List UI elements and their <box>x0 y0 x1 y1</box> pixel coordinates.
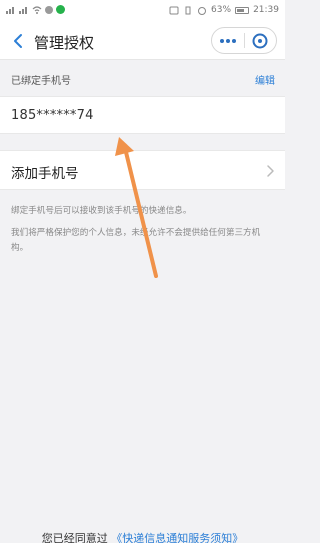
app-notification-icon <box>56 5 65 14</box>
signal-icon <box>6 7 14 14</box>
chevron-right-icon <box>267 165 274 177</box>
more-button[interactable] <box>212 28 244 53</box>
bound-phone-label: 已绑定手机号 <box>11 76 71 87</box>
status-bar: 63% 21:39 <box>0 0 285 22</box>
battery-percent: 63% <box>211 5 232 15</box>
status-bar-right: 63% 21:39 <box>169 5 279 15</box>
status-bar-left <box>6 5 65 14</box>
nfc-icon <box>169 6 179 14</box>
mini-program-capsule <box>211 27 277 54</box>
footer-agreement: 您已经同意过 《快递信息通知服务须知》 <box>0 530 285 543</box>
alarm-icon <box>198 6 207 15</box>
bound-phone-header: 已绑定手机号 编辑 <box>0 60 285 96</box>
battery-icon <box>235 6 250 14</box>
add-phone-label: 添加手机号 <box>11 166 79 182</box>
nav-bar: 管理授权 <box>0 22 285 60</box>
close-circle-icon <box>252 33 268 48</box>
message-icon <box>45 5 53 14</box>
bound-phone-number: 185******74 <box>11 108 94 123</box>
note-text-1: 绑定手机号后可以接收到该手机号的快递信息。 <box>11 206 192 216</box>
bound-phone-card: 185******74 <box>0 96 285 134</box>
edit-button[interactable]: 编辑 <box>255 72 275 87</box>
service-notice-link[interactable]: 《快递信息通知服务须知》 <box>111 532 243 543</box>
footer-prefix: 您已经同意过 <box>41 532 108 543</box>
add-phone-row[interactable]: 添加手机号 <box>0 150 285 190</box>
back-button[interactable] <box>8 30 28 52</box>
close-button[interactable] <box>245 28 276 53</box>
signal-icon-2 <box>19 7 27 14</box>
page-title: 管理授权 <box>34 34 95 52</box>
clock: 21:39 <box>253 5 279 15</box>
more-dots-icon <box>220 38 236 43</box>
chevron-left-icon <box>14 34 22 48</box>
vibrate-icon <box>185 6 191 14</box>
note-text-2: 我们将严格保护您的个人信息，未经允许不会提供给任何第三方机构。 <box>11 228 261 253</box>
wifi-icon <box>32 6 42 14</box>
